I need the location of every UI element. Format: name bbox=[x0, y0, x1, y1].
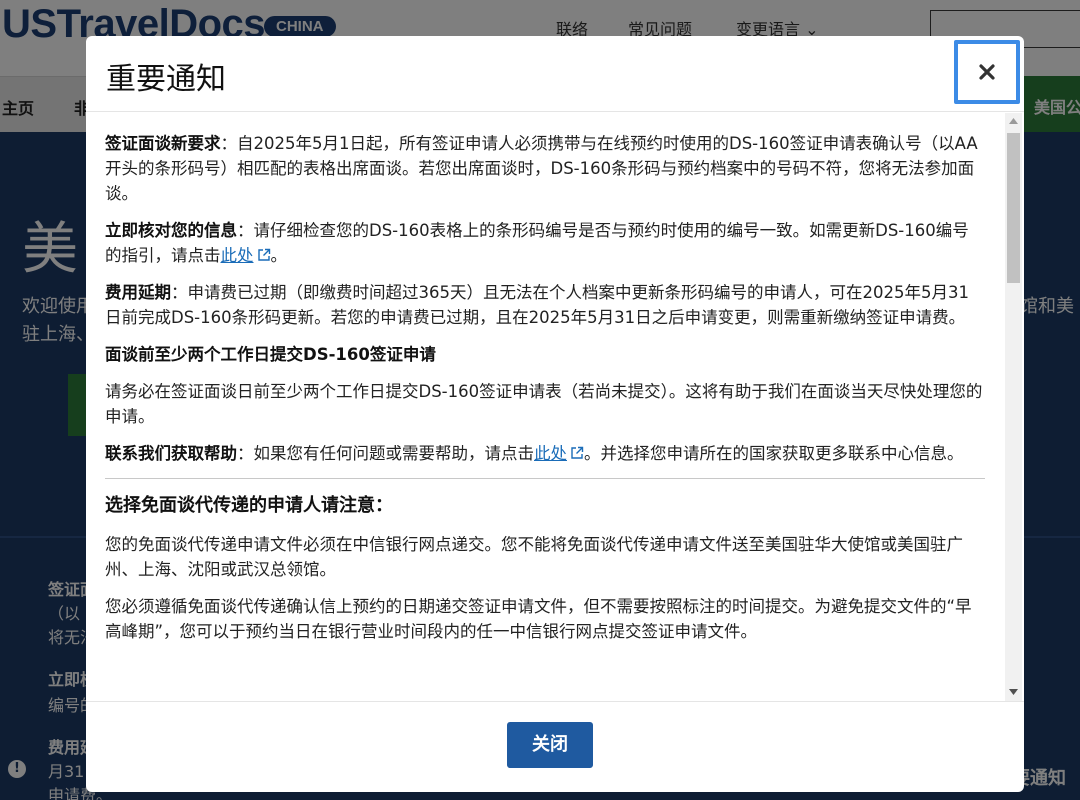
modal-body[interactable]: 签证面谈新要求：自2025年5月1日起，所有签证申请人必须携带与在线预约时使用的… bbox=[86, 113, 1024, 701]
paragraph-title: 联系我们获取帮助 bbox=[105, 444, 237, 463]
modal-content: 签证面谈新要求：自2025年5月1日起，所有签证申请人必须携带与在线预约时使用的… bbox=[105, 131, 985, 656]
paragraph-text: ：申请费已过期（即缴费时间超过365天）且无法在个人档案中更新条形码编号的申请人… bbox=[105, 283, 969, 327]
notice-paragraph: 费用延期：申请费已过期（即缴费时间超过365天）且无法在个人档案中更新条形码编号… bbox=[105, 280, 985, 330]
close-button[interactable]: 关闭 bbox=[507, 722, 593, 768]
scroll-up-arrow[interactable] bbox=[1005, 113, 1022, 130]
triangle-up-icon bbox=[1009, 118, 1018, 124]
external-link-icon bbox=[257, 248, 270, 261]
modal-scrollbar[interactable] bbox=[1005, 113, 1022, 701]
notice-paragraph: 请务必在签证面谈日前至少两个工作日提交DS-160签证申请表（若尚未提交）。这将… bbox=[105, 382, 983, 426]
here-link[interactable]: 此处 bbox=[221, 246, 254, 265]
important-notice-modal: 重要通知 签证面谈新要求：自2025年5月1日起，所有签证申请人必须携带与在线预… bbox=[86, 36, 1024, 792]
notice-paragraph: 联系我们获取帮助：如果您有任何问题或需要帮助，请点击此处 。并选择您申请所在的国家… bbox=[105, 441, 985, 466]
notice-paragraph: 签证面谈新要求：自2025年5月1日起，所有签证申请人必须携带与在线预约时使用的… bbox=[105, 131, 985, 206]
paragraph-text: ：自2025年5月1日起，所有签证申请人必须携带与在线预约时使用的DS-160签… bbox=[105, 134, 978, 203]
paragraph-heading: 面谈前至少两个工作日提交DS-160签证申请 bbox=[105, 345, 436, 364]
scroll-down-arrow[interactable] bbox=[1005, 684, 1022, 701]
paragraph-text: 。 bbox=[270, 246, 288, 265]
paragraph-title: 费用延期 bbox=[105, 283, 171, 302]
modal-title: 重要通知 bbox=[106, 62, 226, 97]
scroll-thumb[interactable] bbox=[1007, 133, 1020, 283]
notice-paragraph: 您必须遵循免面谈代传递确认信上预约的日期递交签证申请文件，但不需要按照标注的时间… bbox=[105, 597, 972, 641]
close-icon bbox=[979, 64, 995, 80]
external-link-icon bbox=[571, 446, 584, 459]
notice-paragraph: 立即核对您的信息：请仔细检查您的DS-160表格上的条形码编号是否与预约时使用的… bbox=[105, 218, 985, 268]
triangle-down-icon bbox=[1009, 689, 1018, 695]
modal-header: 重要通知 bbox=[86, 36, 1024, 112]
section-divider bbox=[105, 478, 985, 479]
section-heading: 选择免面谈代传递的申请人请注意： bbox=[105, 495, 393, 516]
paragraph-text: 。并选择您申请所在的国家获取更多联系中心信息。 bbox=[584, 444, 964, 463]
here-link[interactable]: 此处 bbox=[534, 444, 567, 463]
paragraph-title: 立即核对您的信息 bbox=[105, 221, 237, 240]
paragraph-title: 签证面谈新要求 bbox=[105, 134, 221, 153]
notice-paragraph: 您的免面谈代传递申请文件必须在中信银行网点递交。您不能将免面谈代传递申请文件送至… bbox=[105, 535, 963, 579]
paragraph-text: ：如果您有任何问题或需要帮助，请点击 bbox=[237, 444, 534, 463]
modal-close-button[interactable] bbox=[954, 40, 1020, 104]
modal-footer: 关闭 bbox=[86, 701, 1024, 792]
